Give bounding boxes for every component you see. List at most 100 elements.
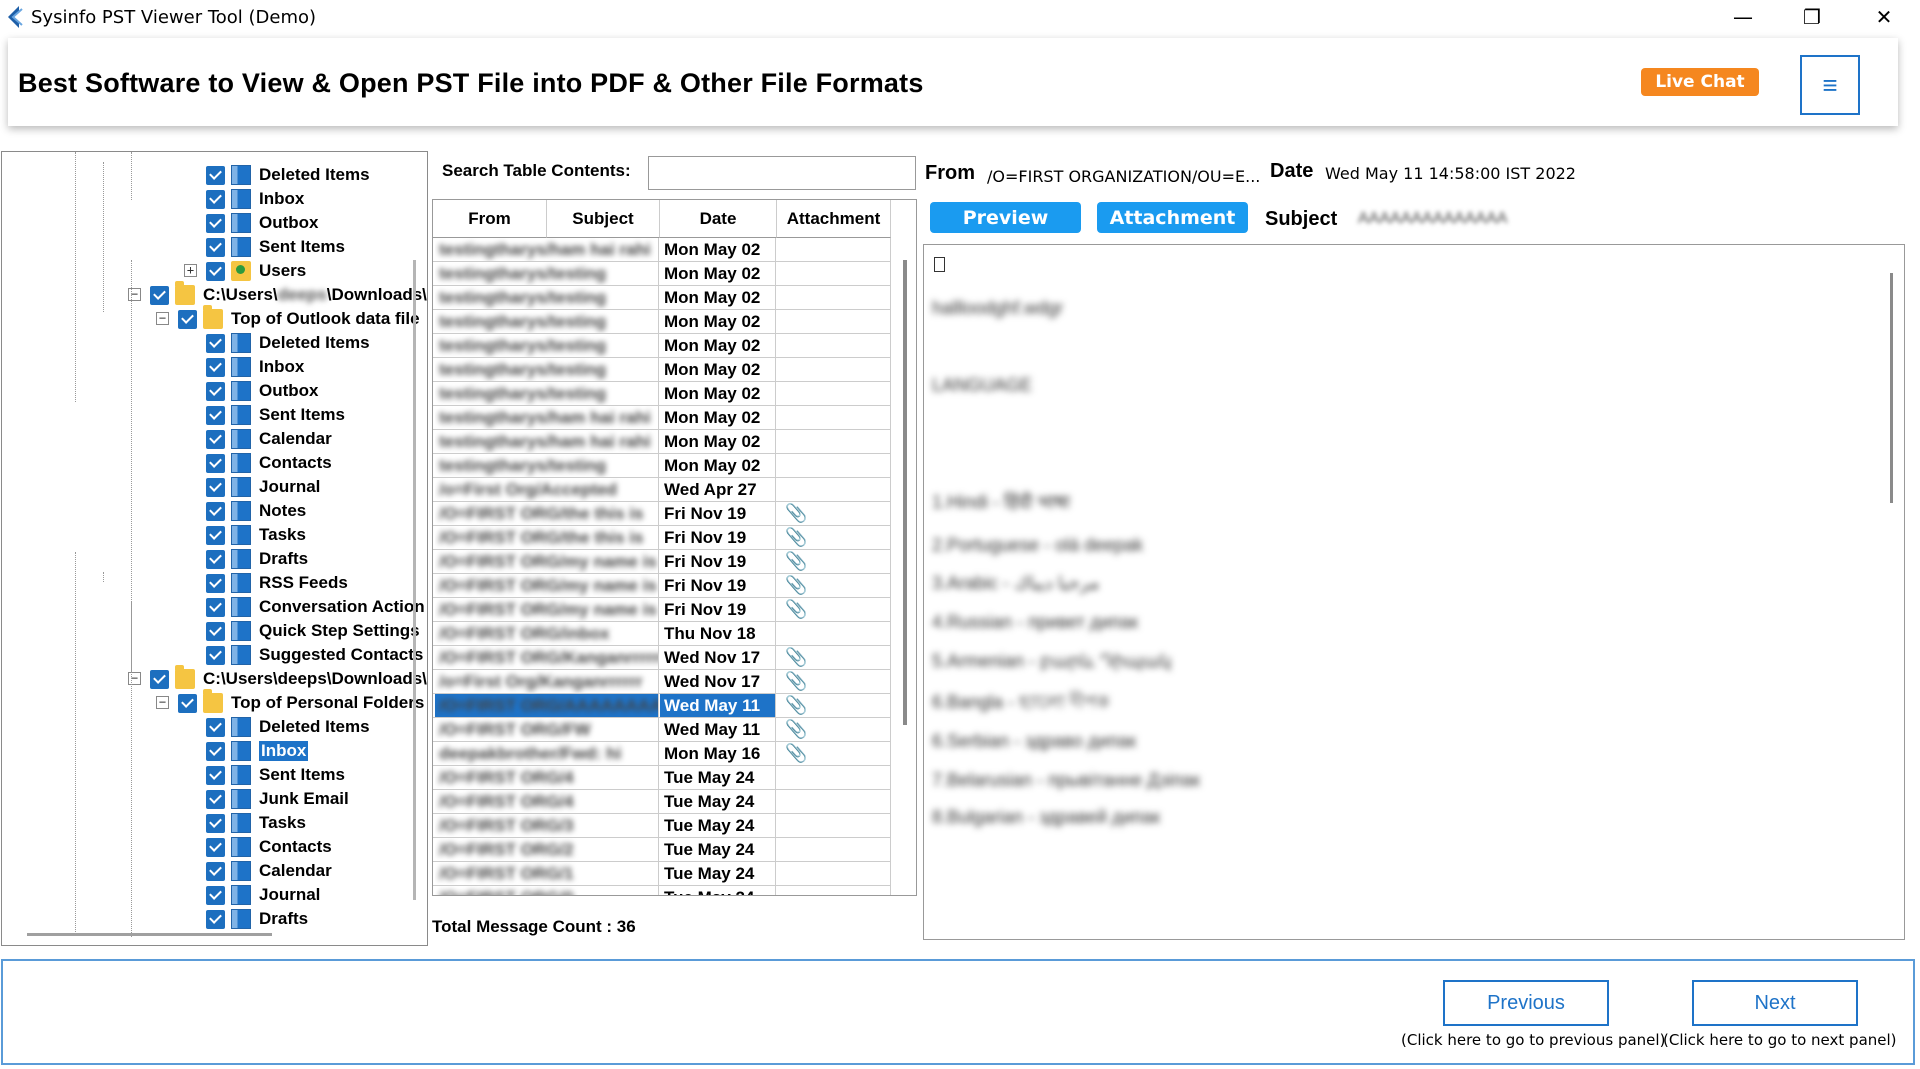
checkbox[interactable]: [178, 309, 197, 329]
tree-item[interactable]: Sent Items: [206, 235, 345, 259]
checkbox[interactable]: [206, 189, 225, 209]
checkbox[interactable]: [206, 597, 225, 617]
checkbox[interactable]: [206, 453, 225, 473]
tree-item[interactable]: Quick Step Settings: [206, 619, 420, 643]
checkbox[interactable]: [206, 237, 225, 257]
table-row[interactable]: testingtharys/testing Mon May 02: [433, 334, 891, 358]
table-row[interactable]: /O=FIRST ORG/inbox Thu Nov 18: [433, 622, 891, 646]
tree-item[interactable]: Outbox: [206, 379, 319, 403]
tree-item[interactable]: Calendar: [206, 427, 332, 451]
previous-button[interactable]: Previous: [1443, 980, 1609, 1026]
checkbox[interactable]: [206, 621, 225, 641]
table-vertical-scrollbar[interactable]: [903, 260, 907, 725]
tree-item[interactable]: Inbox: [206, 355, 304, 379]
table-row[interactable]: testingtharys/ham hai rahi Mon May 02: [433, 238, 891, 262]
tree-item[interactable]: Inbox: [206, 187, 304, 211]
checkbox[interactable]: [206, 333, 225, 353]
table-row[interactable]: /O=FIRST ORG/my name is Fri Nov 19 📎: [433, 574, 891, 598]
table-row[interactable]: /O=FIRST ORG/4 Tue May 24: [433, 766, 891, 790]
checkbox[interactable]: [206, 909, 225, 929]
tree-item[interactable]: Drafts: [206, 907, 308, 931]
checkbox[interactable]: [206, 213, 225, 233]
column-header-attachment[interactable]: Attachment: [777, 200, 891, 238]
tree-item[interactable]: Deleted Items: [206, 715, 370, 739]
tree-item[interactable]: Drafts: [206, 547, 308, 571]
search-input[interactable]: [648, 156, 916, 190]
table-row[interactable]: /O=FIRST ORG/4 Tue May 24: [433, 790, 891, 814]
checkbox[interactable]: [150, 285, 169, 305]
table-row[interactable]: testingtharys/testing Mon May 02: [433, 262, 891, 286]
checkbox[interactable]: [206, 885, 225, 905]
table-row[interactable]: /O=FIRST ORG/3 Tue May 24: [433, 814, 891, 838]
checkbox[interactable]: [206, 813, 225, 833]
tree-item[interactable]: Contacts: [206, 835, 332, 859]
tree-item[interactable]: Inbox: [206, 739, 309, 763]
checkbox[interactable]: [150, 669, 169, 689]
checkbox[interactable]: [206, 429, 225, 449]
table-row[interactable]: testingtharys/ham hai rahi Mon May 02: [433, 430, 891, 454]
table-row[interactable]: /O=FIRST ORG/the this is Fri Nov 19 📎: [433, 502, 891, 526]
tree-item[interactable]: Journal: [206, 475, 320, 499]
checkbox[interactable]: [178, 693, 197, 713]
table-row[interactable]: /O=FIRST ORG/my name is Fri Nov 19 📎: [433, 598, 891, 622]
table-row[interactable]: /O=FIRST ORG/Kanganrrrrrr Wed Nov 17 📎: [433, 646, 891, 670]
menu-button[interactable]: ≡: [1800, 55, 1860, 115]
checkbox[interactable]: [206, 525, 225, 545]
close-button[interactable]: ✕: [1856, 0, 1912, 34]
column-header-date[interactable]: Date: [660, 200, 777, 238]
checkbox[interactable]: [206, 549, 225, 569]
table-row[interactable]: testingtharys/testing Mon May 02: [433, 454, 891, 478]
live-chat-button[interactable]: Live Chat: [1641, 68, 1759, 96]
checkbox[interactable]: [206, 165, 225, 185]
tree-item[interactable]: Junk Email: [206, 787, 349, 811]
checkbox[interactable]: [206, 261, 225, 281]
collapse-icon[interactable]: −: [156, 696, 169, 709]
tree-item[interactable]: Suggested Contacts: [206, 643, 423, 667]
table-row[interactable]: testingtharys/ham hai rahi Mon May 02: [433, 406, 891, 430]
minimize-button[interactable]: —: [1715, 0, 1771, 34]
table-row[interactable]: /O=FIRST ORG/FW Wed May 11 📎: [433, 718, 891, 742]
checkbox[interactable]: [206, 405, 225, 425]
table-row[interactable]: testingtharys/testing Mon May 02: [433, 286, 891, 310]
checkbox[interactable]: [206, 645, 225, 665]
tree-item[interactable]: Calendar: [206, 859, 332, 883]
restore-button[interactable]: ❐: [1784, 0, 1840, 34]
tree-item[interactable]: Sent Items: [206, 403, 345, 427]
tree-item[interactable]: Outbox: [206, 211, 319, 235]
checkbox[interactable]: [206, 357, 225, 377]
collapse-icon[interactable]: −: [156, 312, 169, 325]
collapse-icon[interactable]: −: [128, 672, 141, 685]
table-row[interactable]: /O=FIRST ORG/2 Tue May 24: [433, 838, 891, 862]
tree-item[interactable]: Deleted Items: [206, 331, 370, 355]
tree-item[interactable]: C:\Users\ deeps \Downloads\b: [150, 281, 427, 307]
checkbox[interactable]: [206, 837, 225, 857]
tree-item[interactable]: Tasks: [206, 811, 306, 835]
attachment-tab-button[interactable]: Attachment: [1097, 202, 1248, 233]
preview-tab-button[interactable]: Preview: [930, 202, 1081, 233]
tree-item[interactable]: C:\Users\deeps\Downloads\r: [150, 665, 427, 691]
tree-item[interactable]: Notes: [206, 499, 306, 523]
checkbox[interactable]: [206, 765, 225, 785]
tree-item[interactable]: Top of Outlook data file: [178, 305, 420, 331]
table-row[interactable]: testingtharys/testing Mon May 02: [433, 358, 891, 382]
expand-icon[interactable]: +: [184, 264, 197, 277]
tree-horizontal-scrollbar[interactable]: [27, 933, 272, 936]
tree-item[interactable]: Deleted Items: [206, 163, 370, 187]
tree-vertical-scrollbar[interactable]: [413, 260, 416, 900]
table-row[interactable]: testingtharys/testing Mon May 02: [433, 382, 891, 406]
column-header-subject[interactable]: Subject: [547, 200, 660, 238]
tree-item[interactable]: Conversation Action Se: [206, 595, 427, 619]
checkbox[interactable]: [206, 501, 225, 521]
checkbox[interactable]: [206, 477, 225, 497]
preview-vertical-scrollbar[interactable]: [1890, 273, 1893, 503]
tree-item[interactable]: Contacts: [206, 451, 332, 475]
collapse-icon[interactable]: −: [128, 288, 141, 301]
tree-item[interactable]: Top of Personal Folders: [178, 689, 424, 715]
tree-item[interactable]: Users: [206, 259, 306, 283]
table-row[interactable]: /O=FIRST ORG/AAAAAAAAAAWed May 11 📎: [433, 694, 891, 718]
checkbox[interactable]: [206, 573, 225, 593]
checkbox[interactable]: [206, 717, 225, 737]
checkbox[interactable]: [206, 861, 225, 881]
table-row[interactable]: /o=First Org/Accepted Wed Apr 27: [433, 478, 891, 502]
table-row[interactable]: deepakbrother/Fwd: hi Mon May 16 📎: [433, 742, 891, 766]
